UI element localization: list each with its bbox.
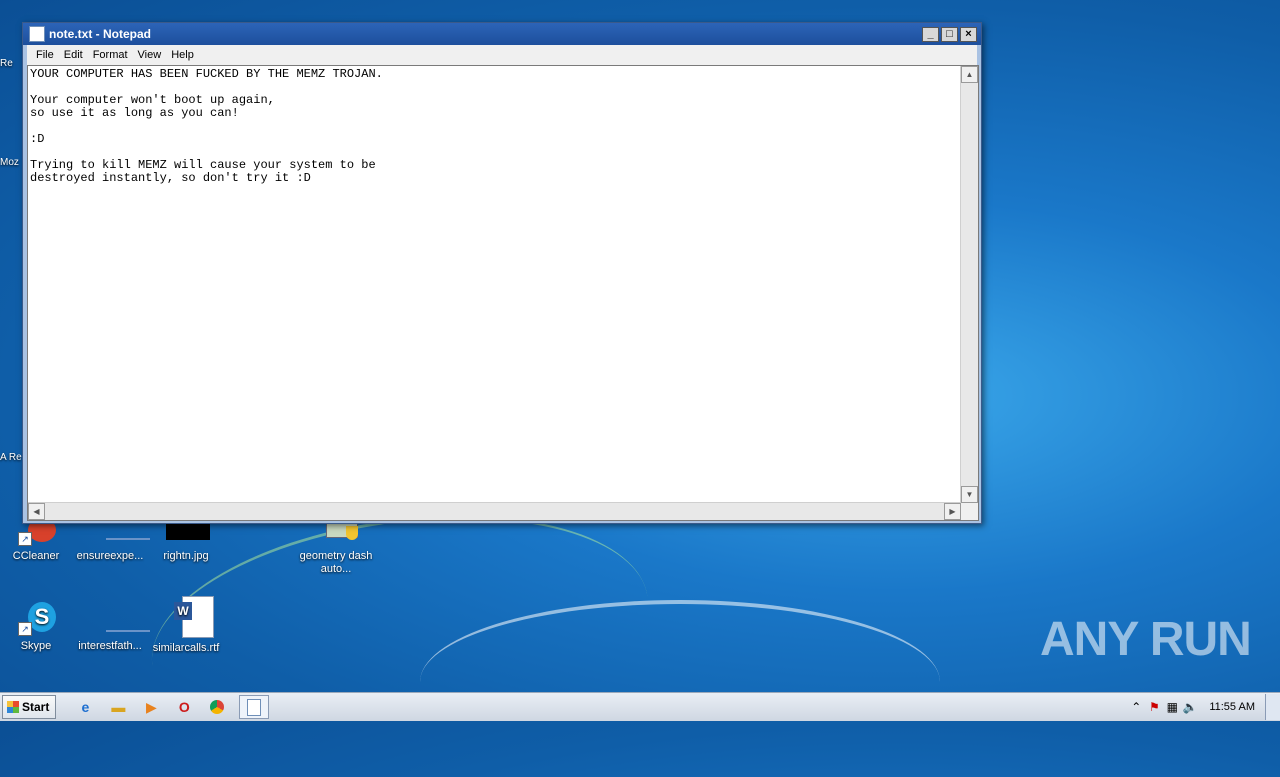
explorer-folder-icon[interactable]: ▬ (107, 696, 129, 718)
opera-icon[interactable]: O (173, 696, 195, 718)
maximize-button[interactable]: □ (941, 26, 958, 42)
horizontal-scrollbar[interactable]: ◀ ▶ (28, 502, 961, 520)
show-desktop-button[interactable] (1265, 694, 1280, 720)
menu-format[interactable]: Format (88, 49, 133, 61)
desktop-edge-label[interactable]: Re (0, 58, 24, 69)
minimize-button[interactable]: _ (922, 26, 939, 42)
desktop-icon-label: interestfath... (78, 640, 142, 652)
menu-bar: File Edit Format View Help (27, 45, 977, 65)
system-tray: ⌃ ⚑ ▦ 🔈 11:55 AM (1127, 693, 1280, 721)
show-hidden-icons-icon[interactable]: ⌃ (1127, 700, 1145, 714)
wallpaper-swoosh-2 (420, 600, 940, 764)
scroll-up-icon[interactable]: ▲ (961, 66, 978, 83)
skype-icon: S ↗ (14, 602, 58, 636)
word-document-icon: W (164, 596, 214, 638)
media-player-icon[interactable]: ▶ (140, 696, 162, 718)
desktop-icon-interestfath[interactable]: interestfath... (70, 602, 150, 653)
desktop-edge-label[interactable]: Moz (0, 157, 24, 168)
close-button[interactable]: × (960, 26, 977, 42)
desktop-icon-label: ensureexpe... (76, 550, 144, 562)
notepad-icon (247, 698, 262, 716)
desktop-icon-label: Skype (20, 640, 52, 652)
menu-help[interactable]: Help (166, 49, 199, 61)
clock[interactable]: 11:55 AM (1199, 701, 1265, 713)
start-label: Start (22, 700, 50, 714)
desktop-icon-label: similarcalls.rtf (152, 642, 220, 654)
taskbar: Start e ▬ ▶ O ⌃ ⚑ ▦ 🔈 11:55 AM (0, 692, 1280, 721)
desktop-icon-label: rightn.jpg (163, 550, 209, 562)
notepad-icon (29, 26, 45, 42)
desktop-icon-skype[interactable]: S ↗ Skype (0, 602, 76, 653)
scroll-left-icon[interactable]: ◀ (28, 503, 45, 520)
volume-icon[interactable]: 🔈 (1181, 700, 1199, 714)
file-icon (88, 602, 150, 636)
anyrun-watermark: ANY RUN (1040, 613, 1252, 666)
notepad-taskbar-button[interactable] (239, 695, 270, 719)
desktop-icon-label: CCleaner (12, 550, 60, 562)
vertical-scrollbar[interactable]: ▲ ▼ (960, 66, 978, 503)
text-editor[interactable]: YOUR COMPUTER HAS BEEN FUCKED BY THE MEM… (27, 65, 979, 521)
document-text[interactable]: YOUR COMPUTER HAS BEEN FUCKED BY THE MEM… (30, 68, 960, 502)
menu-file[interactable]: File (31, 49, 59, 61)
chrome-icon[interactable] (206, 696, 228, 718)
notepad-window[interactable]: note.txt - Notepad _ □ × File Edit Forma… (22, 22, 982, 524)
window-title: note.txt - Notepad (49, 27, 151, 41)
desktop-edge-label[interactable]: A Re (0, 452, 22, 463)
title-bar[interactable]: note.txt - Notepad _ □ × (23, 23, 981, 45)
menu-view[interactable]: View (133, 49, 167, 61)
action-center-icon[interactable]: ⚑ (1145, 700, 1163, 714)
desktop-icon-label: geometry dash auto... (299, 550, 373, 575)
internet-explorer-icon[interactable]: e (74, 696, 96, 718)
network-icon[interactable]: ▦ (1163, 700, 1181, 714)
desktop-icon-similarcalls[interactable]: W similarcalls.rtf (146, 596, 226, 655)
resize-grip-icon[interactable] (961, 503, 978, 520)
start-button[interactable]: Start (2, 695, 57, 719)
scroll-right-icon[interactable]: ▶ (944, 503, 961, 520)
menu-edit[interactable]: Edit (59, 49, 88, 61)
scroll-down-icon[interactable]: ▼ (961, 486, 978, 503)
windows-logo-icon (7, 701, 19, 713)
